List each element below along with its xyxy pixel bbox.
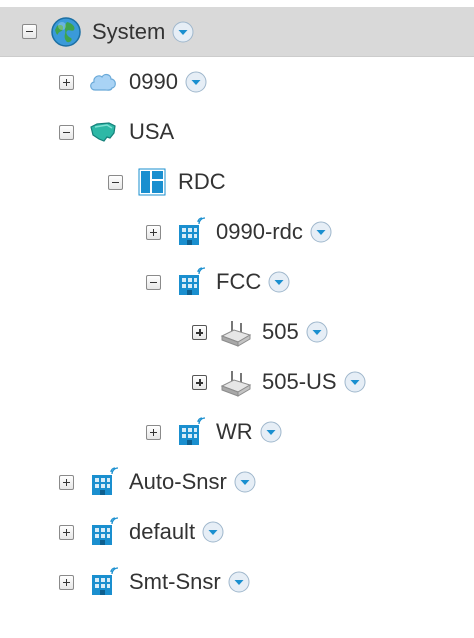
building-icon — [174, 216, 206, 248]
expand-toggle[interactable] — [59, 474, 74, 490]
globe-icon — [50, 16, 82, 48]
chevron-down-icon[interactable] — [228, 571, 250, 593]
tree-node-fcc[interactable]: FCC — [0, 257, 474, 307]
node-label[interactable]: default — [129, 519, 195, 545]
node-label[interactable]: WR — [216, 419, 253, 445]
building-icon — [174, 416, 206, 448]
chevron-down-icon[interactable] — [234, 471, 256, 493]
floorplan-icon — [136, 166, 168, 198]
expand-toggle[interactable] — [59, 524, 74, 540]
chevron-down-icon[interactable] — [310, 221, 332, 243]
building-icon — [87, 566, 119, 598]
building-icon — [87, 516, 119, 548]
expand-toggle[interactable] — [192, 324, 207, 340]
tree-node-0990-rdc[interactable]: 0990-rdc — [0, 207, 474, 257]
collapse-toggle[interactable] — [146, 274, 161, 290]
building-icon — [87, 466, 119, 498]
chevron-down-icon[interactable] — [344, 371, 366, 393]
collapse-toggle[interactable] — [108, 174, 123, 190]
expand-toggle[interactable] — [59, 574, 74, 590]
node-label[interactable]: 0990 — [129, 69, 178, 95]
expand-toggle[interactable] — [192, 374, 207, 390]
access-point-icon — [220, 316, 252, 348]
node-label[interactable]: System — [92, 19, 165, 45]
node-label[interactable]: FCC — [216, 269, 261, 295]
tree-node-usa[interactable]: USA — [0, 107, 474, 157]
tree-node-505-us[interactable]: 505-US — [0, 357, 474, 407]
node-label[interactable]: Smt-Snsr — [129, 569, 221, 595]
chevron-down-icon[interactable] — [306, 321, 328, 343]
tree-node-505[interactable]: 505 — [0, 307, 474, 357]
collapse-toggle[interactable] — [22, 24, 37, 39]
tree-node-auto-snsr[interactable]: Auto-Snsr — [0, 457, 474, 507]
tree-node-smt-snsr[interactable]: Smt-Snsr — [0, 557, 474, 607]
node-label[interactable]: 505-US — [262, 369, 337, 395]
node-label[interactable]: Auto-Snsr — [129, 469, 227, 495]
chevron-down-icon[interactable] — [172, 21, 194, 43]
building-icon — [174, 266, 206, 298]
expand-toggle[interactable] — [146, 424, 161, 440]
tree-node-0990[interactable]: 0990 — [0, 57, 474, 107]
node-label[interactable]: 505 — [262, 319, 299, 345]
tree-node-wr[interactable]: WR — [0, 407, 474, 457]
cloud-icon — [87, 66, 119, 98]
node-label[interactable]: USA — [129, 119, 174, 145]
tree-node-rdc[interactable]: RDC — [0, 157, 474, 207]
node-label[interactable]: 0990-rdc — [216, 219, 303, 245]
tree-node-default[interactable]: default — [0, 507, 474, 557]
expand-toggle[interactable] — [59, 74, 74, 90]
collapse-toggle[interactable] — [59, 124, 74, 140]
chevron-down-icon[interactable] — [260, 421, 282, 443]
chevron-down-icon[interactable] — [202, 521, 224, 543]
tree-node-system[interactable]: System — [0, 7, 474, 57]
access-point-icon — [220, 366, 252, 398]
chevron-down-icon[interactable] — [185, 71, 207, 93]
chevron-down-icon[interactable] — [268, 271, 290, 293]
country-map-icon — [87, 116, 119, 148]
node-label[interactable]: RDC — [178, 169, 226, 195]
expand-toggle[interactable] — [146, 224, 161, 240]
